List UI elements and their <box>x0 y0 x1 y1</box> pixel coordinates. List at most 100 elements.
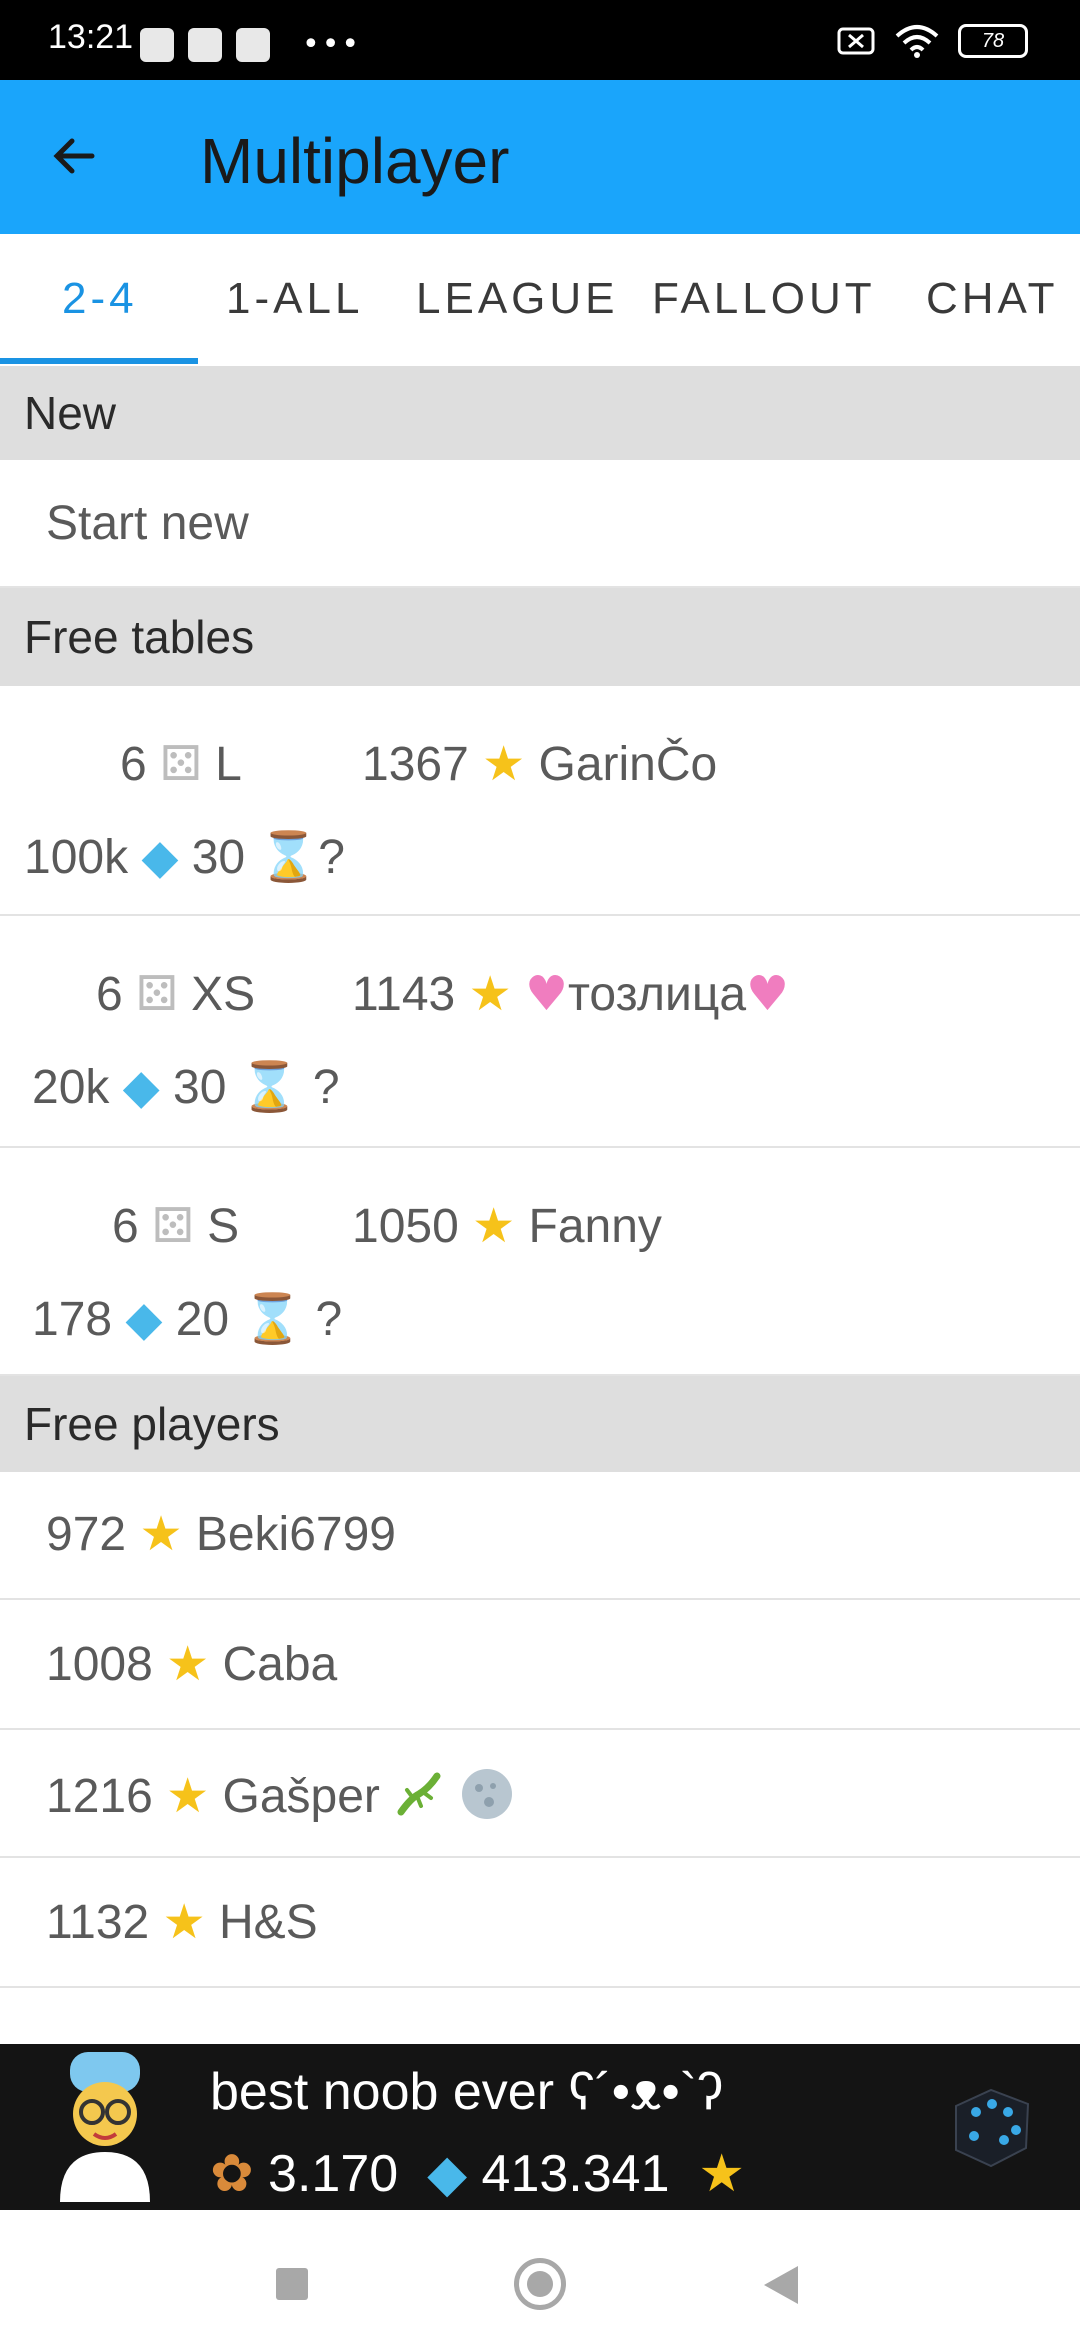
battery-icon: 78 <box>958 24 1028 58</box>
gem-icon: ◆ <box>427 2144 468 2204</box>
lizard-icon <box>397 1772 441 1816</box>
arrow-left-icon[interactable] <box>44 126 104 186</box>
no-sim-icon <box>837 27 875 55</box>
player-entry: 1216 ★ Gašper <box>46 1766 515 1824</box>
list-item[interactable]: 1216 ★ Gašper <box>0 1730 1080 1858</box>
turn-time: 30 <box>191 831 246 884</box>
tab-league[interactable]: LEAGUE <box>416 274 619 324</box>
tab-chat[interactable]: CHAT <box>926 274 1059 324</box>
player-name: Beki6799 <box>195 1508 396 1561</box>
list-item[interactable]: 1132 ★ H&S <box>0 1858 1080 1988</box>
star-icon: ★ <box>482 736 526 792</box>
table-info-line: 6 ⚄ L <box>120 736 242 792</box>
tab-bar: 2-4 1-ALL LEAGUE FALLOUT CHAT <box>0 234 1080 366</box>
section-header-free-players: Free players <box>0 1376 1080 1472</box>
tab-1-all[interactable]: 1-ALL <box>226 274 363 324</box>
pretzel-icon: ✿ <box>210 2144 254 2204</box>
host-rating: 1367 <box>362 738 469 791</box>
hourglass-icon: ⌛ <box>258 829 319 885</box>
moon-face-icon <box>461 1769 512 1819</box>
star-icon: ★ <box>698 2144 746 2204</box>
app-bar: Multiplayer <box>0 80 1080 234</box>
stake-amount: 20k <box>32 1061 110 1114</box>
heart-icon: ♥ <box>746 966 790 1022</box>
home-icon[interactable] <box>514 2258 566 2310</box>
wifi-icon <box>895 25 939 58</box>
profile-name: best noob ever ʕ´•ᴥ•`ʔ <box>210 2063 724 2121</box>
table-row[interactable]: 6 ⚄ XS 1143 ★ ♥тозлица♥ 20k ◆ 30 ⌛ ? <box>0 916 1080 1148</box>
player-rating: 1132 <box>46 1896 150 1949</box>
dice-icon: ⚄ <box>152 1198 194 1254</box>
star-icon: ★ <box>468 966 512 1022</box>
table-host-line: 1050 ★ Fanny <box>352 1198 662 1254</box>
dice-count: 6 <box>112 1200 139 1253</box>
table-row[interactable]: 6 ⚄ L 1367 ★ GarinČo 100k ◆ 30 ⌛? <box>0 686 1080 916</box>
host-name: тозлица <box>567 968 747 1021</box>
pretzel-count: 3.170 <box>268 2145 399 2203</box>
page-title: Multiplayer <box>200 125 510 197</box>
tab-2-4[interactable]: 2-4 <box>62 274 138 324</box>
table-stake-line: 20k ◆ 30 ⌛ ? <box>32 1058 340 1115</box>
table-host-line: 1143 ★ ♥тозлица♥ <box>352 966 789 1022</box>
table-stake-line: 178 ◆ 20 ⌛ ? <box>32 1290 342 1347</box>
gem-icon: ◆ <box>141 829 179 885</box>
hourglass-icon: ⌛ <box>239 1059 300 1115</box>
host-rating: 1050 <box>352 1200 459 1253</box>
gem-icon: ◆ <box>122 1059 160 1115</box>
gem-icon: ◆ <box>125 1291 163 1347</box>
player-rating: 972 <box>46 1508 127 1561</box>
table-size: S <box>207 1200 240 1253</box>
player-rating: 1008 <box>46 1638 153 1691</box>
section-header-free-tables: Free tables <box>0 588 1080 686</box>
star-icon: ★ <box>166 1768 210 1824</box>
table-extra: ? <box>315 1293 343 1346</box>
host-rating: 1143 <box>352 968 456 1021</box>
list-item-partial[interactable] <box>0 1988 1080 2044</box>
player-name: Caba <box>222 1638 338 1691</box>
player-name: H&S <box>218 1896 318 1949</box>
chat-notification-icon <box>236 28 270 62</box>
gem-count: 413.341 <box>481 2145 670 2203</box>
star-icon: ★ <box>472 1198 516 1254</box>
table-info-line: 6 ⚄ S <box>112 1198 239 1254</box>
dice-icon: ⚄ <box>160 736 202 792</box>
player-entry: 1008 ★ Caba <box>46 1636 337 1692</box>
dice-count: 6 <box>96 968 123 1021</box>
star-icon: ★ <box>162 1894 206 1950</box>
status-time: 13:21 <box>48 18 134 56</box>
host-name: Fanny <box>528 1200 662 1253</box>
back-triangle-icon[interactable] <box>764 2266 798 2304</box>
system-icons: 78 <box>836 24 1028 58</box>
table-size: L <box>215 738 242 791</box>
dice-icon[interactable] <box>946 2082 1036 2172</box>
image-notification-icon <box>188 28 222 62</box>
player-entry: 1132 ★ H&S <box>46 1894 318 1950</box>
dice-icon: ⚄ <box>136 966 178 1022</box>
hourglass-icon: ⌛ <box>242 1291 303 1347</box>
tab-indicator <box>0 358 198 364</box>
profile-stats: ✿ 3.170 ◆ 413.341 ★ <box>210 2144 745 2204</box>
host-name: GarinČo <box>538 738 718 791</box>
star-icon: ★ <box>166 1636 210 1692</box>
recent-apps-icon[interactable] <box>276 2268 308 2300</box>
table-host-line: 1367 ★ GarinČo <box>362 736 717 792</box>
notification-icons: ••• <box>140 28 361 62</box>
list-item[interactable]: 972 ★ Beki6799 <box>0 1472 1080 1600</box>
stake-amount: 178 <box>32 1293 113 1346</box>
list-item[interactable]: 1008 ★ Caba <box>0 1600 1080 1730</box>
more-notifications-icon: ••• <box>302 27 362 62</box>
tab-fallout[interactable]: FALLOUT <box>652 274 876 324</box>
dice-count: 6 <box>120 738 147 791</box>
profile-bar: best noob ever ʕ´•ᴥ•`ʔ ✿ 3.170 ◆ 413.341… <box>0 2044 1080 2210</box>
avatar[interactable] <box>50 2052 160 2202</box>
table-row[interactable]: 6 ⚄ S 1050 ★ Fanny 178 ◆ 20 ⌛ ? <box>0 1148 1080 1376</box>
start-new-row[interactable]: Start new <box>0 460 1080 588</box>
status-bar: 13:21 ••• 78 <box>0 0 1080 80</box>
table-size: XS <box>191 968 256 1021</box>
app-notification-icon <box>140 28 174 62</box>
table-info-line: 6 ⚄ XS <box>96 966 255 1022</box>
stake-amount: 100k <box>24 831 129 884</box>
heart-icon: ♥ <box>524 966 568 1022</box>
system-nav-bar <box>0 2210 1080 2340</box>
turn-time: 30 <box>173 1061 227 1114</box>
